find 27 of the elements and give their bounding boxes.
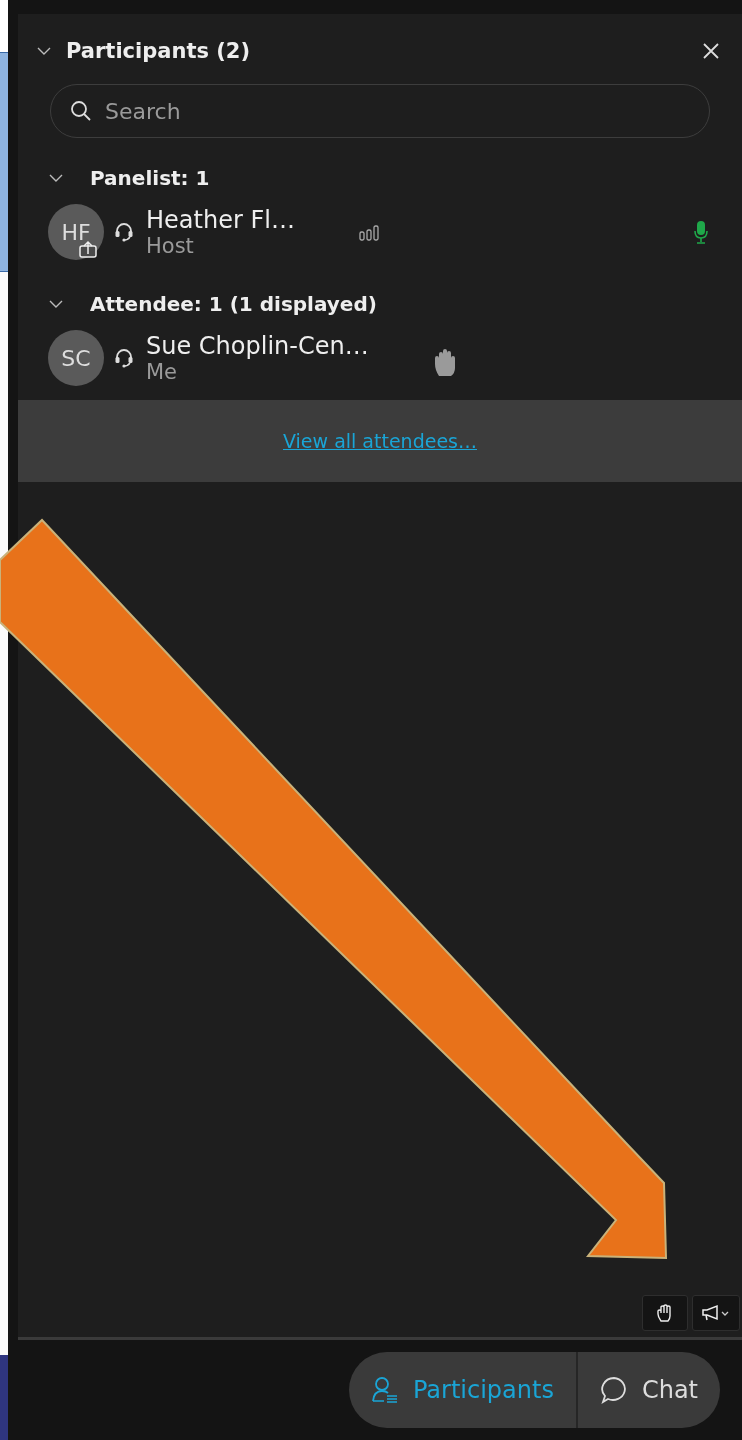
person-list-icon	[370, 1376, 399, 1404]
participant-role: Host	[146, 234, 194, 258]
participant-row[interactable]: SC Sue Choplin-Cen… Me	[18, 326, 742, 390]
group-label: Attendee: 1 (1 displayed)	[90, 292, 377, 316]
group-label: Panelist: 1	[90, 166, 210, 190]
headset-icon	[114, 347, 134, 369]
microphone-icon[interactable]	[694, 220, 708, 244]
close-icon[interactable]	[702, 42, 720, 60]
participant-role: Me	[146, 360, 178, 384]
megaphone-button[interactable]	[692, 1295, 740, 1331]
participant-name: Sue Choplin-Cen…	[146, 332, 369, 360]
tab[interactable]: Chat	[575, 1352, 720, 1428]
window-edge	[0, 0, 8, 52]
tab[interactable]: Participants	[348, 1352, 576, 1428]
participant-row[interactable]: HF Heather Fl… Host	[18, 200, 742, 264]
speech-bubble-icon	[599, 1376, 628, 1404]
megaphone-icon	[701, 1304, 731, 1322]
raise-hand-button[interactable]	[642, 1295, 688, 1331]
avatar: SC	[48, 330, 104, 386]
avatar: HF	[48, 204, 104, 260]
search-icon	[70, 100, 92, 122]
search-field[interactable]: Search	[50, 84, 710, 138]
headset-icon	[114, 221, 134, 243]
participant-name: Heather Fl…	[146, 206, 295, 234]
panel-title: Participants (2)	[66, 39, 252, 63]
hand-icon	[657, 1304, 673, 1322]
view-all-attendees-link[interactable]: View all attendees…	[283, 430, 477, 452]
